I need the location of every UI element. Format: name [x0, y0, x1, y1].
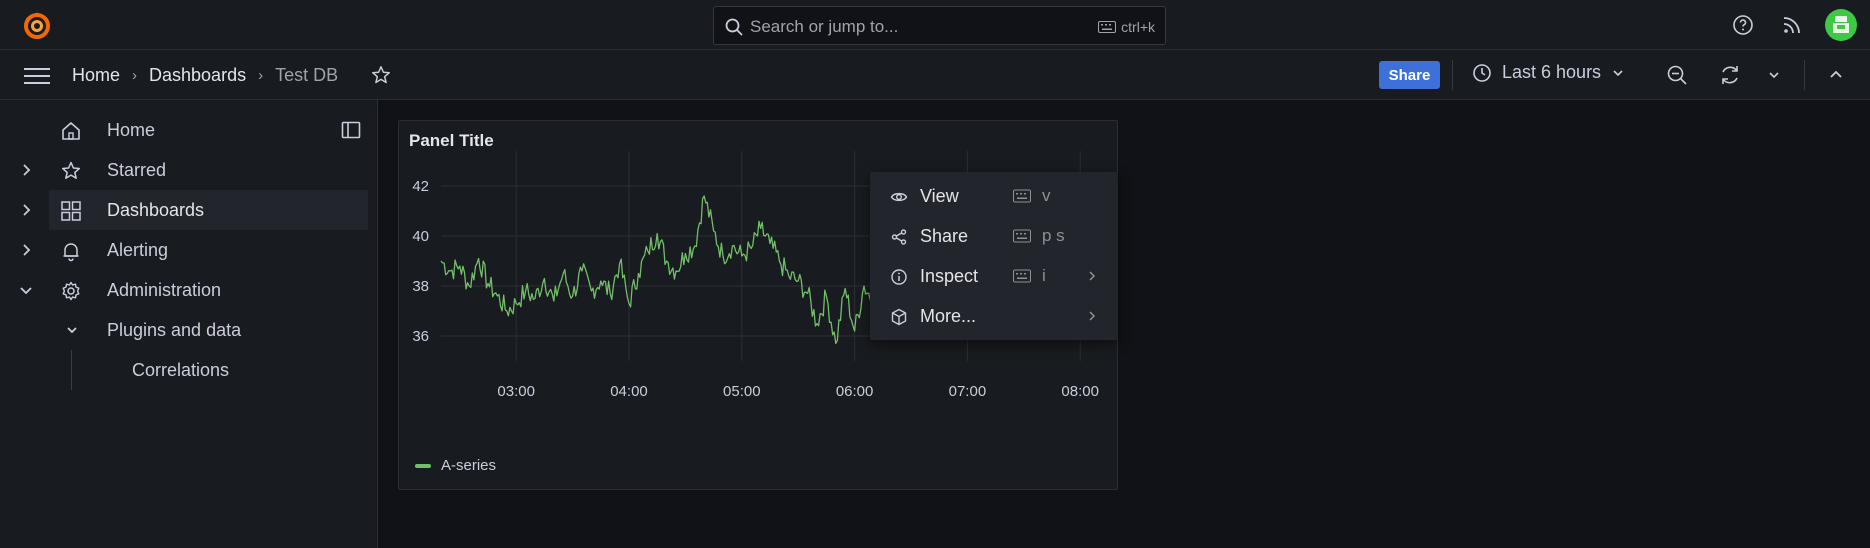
- chevron-down-icon[interactable]: [18, 282, 34, 298]
- menu-item-more[interactable]: More...: [870, 296, 1118, 336]
- menu-item-label: View: [920, 186, 959, 206]
- time-range-picker[interactable]: Last 6 hours: [1472, 62, 1625, 83]
- sidebar-item-home[interactable]: Home: [0, 110, 368, 150]
- sidebar-item-label: Administration: [107, 280, 222, 300]
- legend-label: A-series: [441, 457, 497, 474]
- sidebar-item-label: Correlations: [132, 360, 230, 380]
- submenu-chevron-right-icon: [1089, 271, 1096, 281]
- sidebar-item-label: Plugins and data: [107, 320, 242, 340]
- sidebar-item-correlations[interactable]: Correlations: [0, 350, 368, 390]
- divider: [1804, 60, 1805, 90]
- x-tick-label: 07:00: [949, 383, 987, 400]
- divider: [1452, 60, 1453, 90]
- menu-item-label: Inspect: [920, 266, 979, 286]
- x-tick-label: 06:00: [836, 383, 874, 400]
- sidebar-item-starred[interactable]: Starred: [0, 150, 368, 190]
- chart-legend[interactable]: A-series: [415, 457, 496, 474]
- cog-icon: [62, 281, 80, 301]
- user-avatar[interactable]: [1825, 9, 1857, 41]
- bell-icon: [63, 243, 79, 262]
- help-icon[interactable]: [1731, 13, 1755, 37]
- star-icon: [61, 161, 81, 179]
- home-icon: [62, 122, 80, 140]
- y-tick-label: 40: [412, 228, 429, 245]
- x-tick-label: 04:00: [610, 383, 648, 400]
- chevron-right-icon[interactable]: [18, 162, 34, 178]
- chevron-down-icon: [1613, 69, 1623, 76]
- refresh-interval-chevron-down-icon[interactable]: [1762, 63, 1786, 87]
- share-alt-icon: [891, 229, 907, 245]
- search-placeholder: Search or jump to...: [750, 17, 899, 36]
- panel-context-menu: View v Share p s Inspect i More...: [870, 172, 1118, 340]
- y-tick-label: 36: [412, 328, 429, 345]
- avatar-pattern-icon: [1833, 16, 1849, 33]
- sidebar-item-label: Starred: [107, 160, 167, 180]
- keyboard-icon: [1098, 21, 1117, 33]
- chevron-down-icon[interactable]: [64, 322, 80, 338]
- menu-icon[interactable]: [24, 66, 50, 86]
- breadcrumb-home[interactable]: Home: [72, 65, 120, 86]
- time-range-label: Last 6 hours: [1502, 62, 1602, 82]
- x-tick-label: 08:00: [1061, 383, 1099, 400]
- menu-item-share[interactable]: Share p s: [870, 216, 1118, 256]
- collapse-chevron-up-icon[interactable]: [1824, 63, 1848, 87]
- sidebar-item-alerting[interactable]: Alerting: [0, 230, 368, 270]
- x-tick-label: 05:00: [723, 383, 761, 400]
- top-bar: Search or jump to... ctrl+k: [0, 0, 1870, 50]
- favorite-star-icon[interactable]: [370, 64, 392, 86]
- search-icon: [725, 18, 743, 36]
- sidebar-item-label: Home: [107, 120, 156, 140]
- refresh-icon[interactable]: [1718, 63, 1742, 87]
- chevron-right-icon: ›: [132, 67, 138, 84]
- side-menu: Home Starred Dashboards Alerting Adminis…: [0, 100, 378, 548]
- search-shortcut-label: ctrl+k: [1121, 19, 1155, 35]
- menu-item-label: Share: [920, 226, 969, 246]
- keyboard-icon: [1013, 189, 1031, 203]
- info-circle-icon: [891, 269, 907, 285]
- sidebar-item-dashboards[interactable]: Dashboards: [49, 190, 368, 230]
- eye-icon: [890, 192, 908, 202]
- apps-icon: [61, 201, 81, 221]
- sidebar-item-plugins-and-data[interactable]: Plugins and data: [0, 310, 368, 350]
- keyboard-icon: [1013, 269, 1031, 283]
- menu-item-view[interactable]: View v: [870, 176, 1118, 216]
- sidebar-item-label: Dashboards: [107, 200, 205, 220]
- grafana-logo-icon[interactable]: [22, 9, 52, 41]
- zoom-out-icon[interactable]: [1665, 63, 1689, 87]
- menu-item-inspect[interactable]: Inspect i: [870, 256, 1118, 296]
- menu-item-shortcut: p s: [1042, 226, 1065, 245]
- menu-item-shortcut: i: [1042, 266, 1046, 285]
- y-tick-label: 38: [412, 278, 429, 295]
- dashboard-nav-bar: Home › Dashboards › Test DB Share Last 6…: [0, 50, 1870, 100]
- keyboard-icon: [1013, 229, 1031, 243]
- x-tick-label: 03:00: [497, 383, 535, 400]
- breadcrumb-dashboards[interactable]: Dashboards: [149, 65, 246, 86]
- breadcrumb-current: Test DB: [275, 65, 339, 85]
- search-bar[interactable]: Search or jump to... ctrl+k: [713, 6, 1166, 45]
- chevron-right-icon[interactable]: [18, 202, 34, 218]
- series-line-a-series: [440, 195, 903, 345]
- clock-icon: [1473, 63, 1491, 82]
- sidebar-item-label: Alerting: [107, 240, 169, 260]
- chevron-right-icon: ›: [258, 67, 264, 84]
- cube-icon: [891, 308, 907, 326]
- breadcrumb: Home › Dashboards › Test DB: [72, 65, 338, 86]
- submenu-chevron-right-icon: [1089, 311, 1096, 321]
- menu-item-shortcut: v: [1042, 186, 1051, 205]
- search-shortcut: ctrl+k: [1098, 19, 1155, 35]
- legend-swatch: [415, 463, 431, 468]
- sidebar-item-administration[interactable]: Administration: [0, 270, 368, 310]
- rss-icon[interactable]: [1780, 13, 1804, 37]
- y-tick-label: 42: [412, 178, 429, 195]
- share-button[interactable]: Share: [1379, 61, 1440, 89]
- menu-item-label: More...: [920, 306, 977, 326]
- chevron-right-icon[interactable]: [18, 242, 34, 258]
